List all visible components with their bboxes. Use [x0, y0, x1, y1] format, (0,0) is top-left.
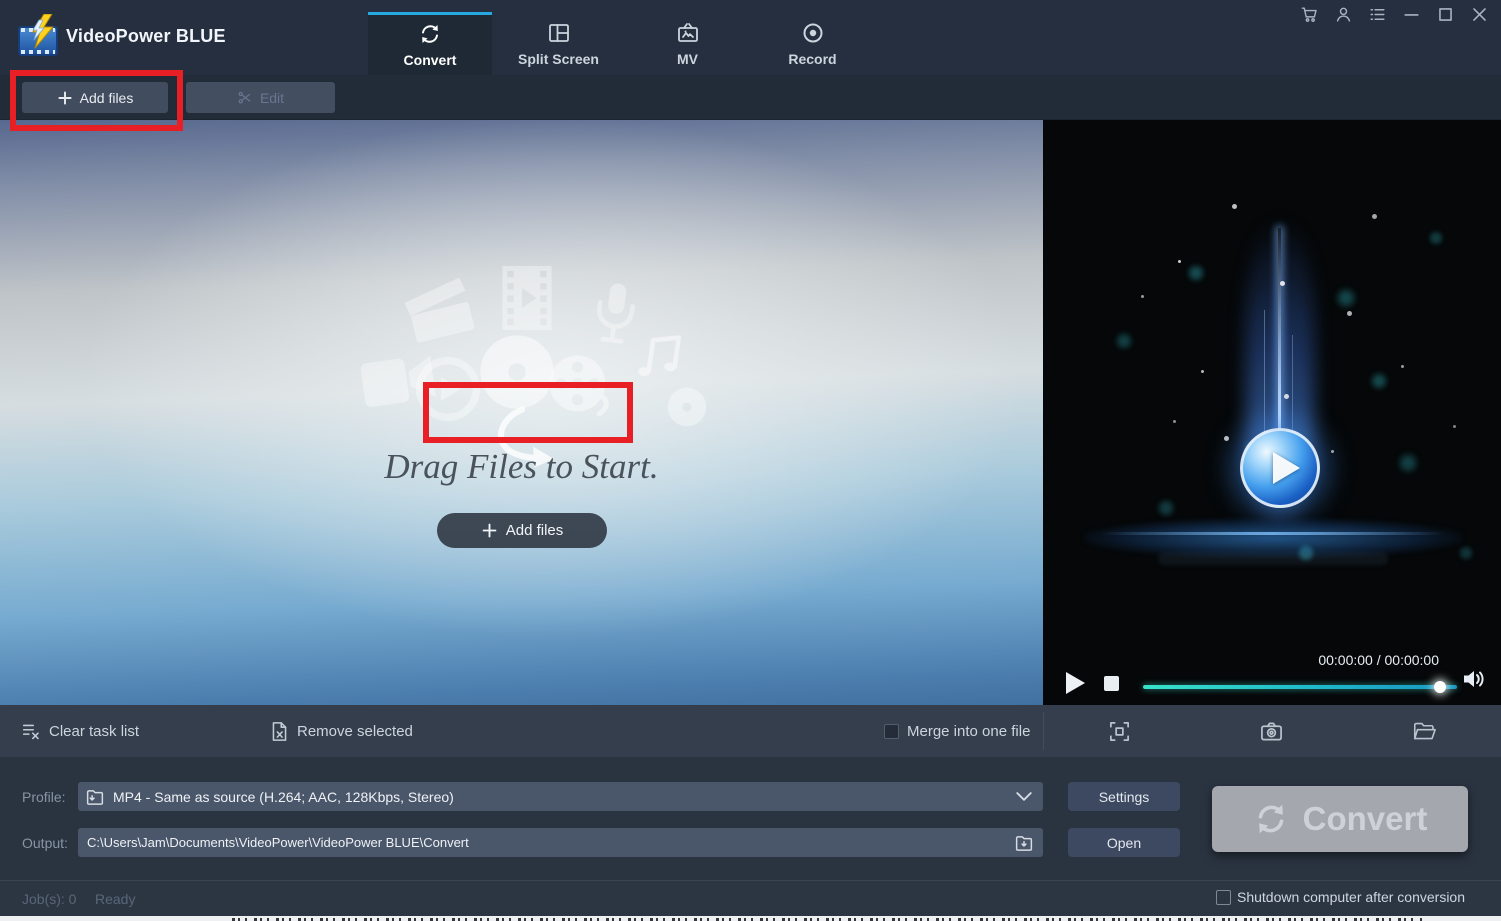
- main-tabs: Convert Split Screen MV: [368, 12, 875, 75]
- volume-icon[interactable]: [1462, 668, 1486, 690]
- tab-record-label: Record: [788, 51, 836, 67]
- white-particles: [1043, 120, 1046, 123]
- add-files-button[interactable]: Add files: [22, 82, 168, 113]
- profile-value: MP4 - Same as source (H.264; AAC, 128Kbp…: [113, 789, 1005, 805]
- convert-sync-icon: [418, 22, 442, 46]
- microphone-watermark-icon: [590, 281, 640, 352]
- output-label: Output:: [22, 835, 68, 851]
- background-document-strip: [0, 916, 1501, 921]
- seek-bar-handle[interactable]: [1434, 681, 1446, 693]
- window-controls: [1300, 5, 1489, 24]
- output-folder-icon[interactable]: [1015, 834, 1033, 852]
- settings-button[interactable]: Settings: [1068, 782, 1180, 811]
- output-path-input[interactable]: C:\Users\Jam\Documents\VideoPower\VideoP…: [78, 828, 1043, 857]
- clear-list-icon: [22, 722, 41, 741]
- drag-files-headline: Drag Files to Start.: [0, 447, 1043, 487]
- maximize-icon[interactable]: [1436, 5, 1455, 24]
- tab-convert[interactable]: Convert: [368, 12, 492, 75]
- cd-watermark-icon: [477, 332, 557, 412]
- minimize-icon[interactable]: [1402, 5, 1421, 24]
- task-bar: Clear task list Remove selected Merge in…: [0, 705, 1501, 757]
- close-icon[interactable]: [1470, 5, 1489, 24]
- record-icon: [801, 21, 825, 45]
- mv-tv-icon: [676, 21, 700, 45]
- convert-button[interactable]: Convert: [1212, 786, 1468, 852]
- lightning-bolt-icon: [30, 14, 56, 52]
- small-cd-watermark-icon: [666, 386, 708, 428]
- app-logo: [16, 14, 62, 58]
- edit-label: Edit: [260, 90, 284, 106]
- remove-selected-label: Remove selected: [297, 723, 413, 740]
- drop-zone[interactable]: Drag Files to Start. Add files: [0, 120, 1043, 705]
- add-files-label: Add files: [80, 90, 134, 106]
- remove-file-icon: [270, 722, 289, 741]
- clapperboard-watermark-icon: [397, 270, 480, 347]
- filmstrip-watermark-icon: [502, 266, 552, 330]
- cart-icon[interactable]: [1300, 5, 1319, 24]
- profile-label: Profile:: [22, 789, 66, 805]
- merge-label: Merge into one file: [907, 723, 1030, 740]
- chevron-down-icon: [1015, 788, 1033, 806]
- clear-task-list-label: Clear task list: [49, 723, 139, 740]
- tab-convert-label: Convert: [404, 52, 457, 68]
- play-circle-watermark-icon: [414, 355, 482, 423]
- tab-split-screen[interactable]: Split Screen: [492, 12, 625, 75]
- seek-bar-fill: [1143, 685, 1457, 689]
- preview-player: 00:00:00 / 00:00:00: [1043, 120, 1501, 705]
- title-bar: VideoPower BLUE Convert Split Screen: [0, 0, 1501, 75]
- open-label: Open: [1107, 835, 1141, 851]
- shutdown-label: Shutdown computer after conversion: [1237, 889, 1465, 905]
- shutdown-checkbox[interactable]: [1216, 890, 1231, 905]
- settings-label: Settings: [1099, 789, 1150, 805]
- plus-icon: [57, 90, 73, 106]
- menu-icon[interactable]: [1368, 5, 1387, 24]
- snapshot-camera-icon[interactable]: [1260, 720, 1283, 743]
- shutdown-after-conversion-option[interactable]: Shutdown computer after conversion: [1216, 889, 1465, 905]
- stop-button[interactable]: [1104, 676, 1119, 691]
- videopower-window: VideoPower BLUE Convert Split Screen: [0, 0, 1501, 921]
- floor-light-streak: [1101, 532, 1445, 535]
- edit-button[interactable]: Edit: [186, 82, 335, 113]
- convert-sync-icon: [1253, 801, 1289, 837]
- tab-mv-label: MV: [677, 51, 698, 67]
- play-button[interactable]: [1066, 672, 1085, 694]
- open-folder-icon[interactable]: [1413, 720, 1436, 743]
- plus-icon: [481, 522, 498, 539]
- tab-record[interactable]: Record: [750, 12, 875, 75]
- status-bar: Job(s): 0 Ready Shutdown computer after …: [0, 880, 1501, 916]
- reflection-text: [1158, 552, 1388, 565]
- jobs-count: Job(s): 0: [22, 891, 76, 907]
- app-title: VideoPower BLUE: [66, 26, 226, 47]
- seek-bar[interactable]: [1143, 681, 1457, 693]
- merge-into-one-file-option[interactable]: Merge into one file: [884, 705, 1030, 757]
- music-note-watermark-icon: [632, 326, 686, 390]
- convert-label: Convert: [1303, 800, 1428, 838]
- merge-checkbox[interactable]: [884, 724, 899, 739]
- add-files-center-button[interactable]: Add files: [437, 513, 607, 548]
- scissors-icon: [237, 90, 253, 106]
- status-text: Ready: [95, 891, 135, 907]
- tab-mv[interactable]: MV: [625, 12, 750, 75]
- play-sphere-graphic: [1240, 428, 1320, 508]
- profile-select[interactable]: MP4 - Same as source (H.264; AAC, 128Kbp…: [78, 782, 1043, 811]
- remove-selected-button[interactable]: Remove selected: [270, 705, 413, 757]
- tab-split-screen-label: Split Screen: [518, 51, 599, 67]
- file-toolbar: Add files Edit: [0, 75, 1501, 120]
- preview-tools: [1043, 705, 1501, 757]
- add-files-center-label: Add files: [506, 522, 564, 539]
- output-settings-panel: Profile: MP4 - Same as source (H.264; AA…: [0, 757, 1501, 880]
- fullscreen-icon[interactable]: [1108, 720, 1131, 743]
- open-button[interactable]: Open: [1068, 828, 1180, 857]
- clear-task-list-button[interactable]: Clear task list: [22, 705, 139, 757]
- split-screen-icon: [547, 21, 571, 45]
- output-path-value: C:\Users\Jam\Documents\VideoPower\VideoP…: [87, 835, 1005, 850]
- time-display: 00:00:00 / 00:00:00: [1318, 652, 1439, 668]
- profile-folder-icon: [86, 788, 104, 806]
- account-icon[interactable]: [1334, 5, 1353, 24]
- play-icon: [1273, 452, 1300, 484]
